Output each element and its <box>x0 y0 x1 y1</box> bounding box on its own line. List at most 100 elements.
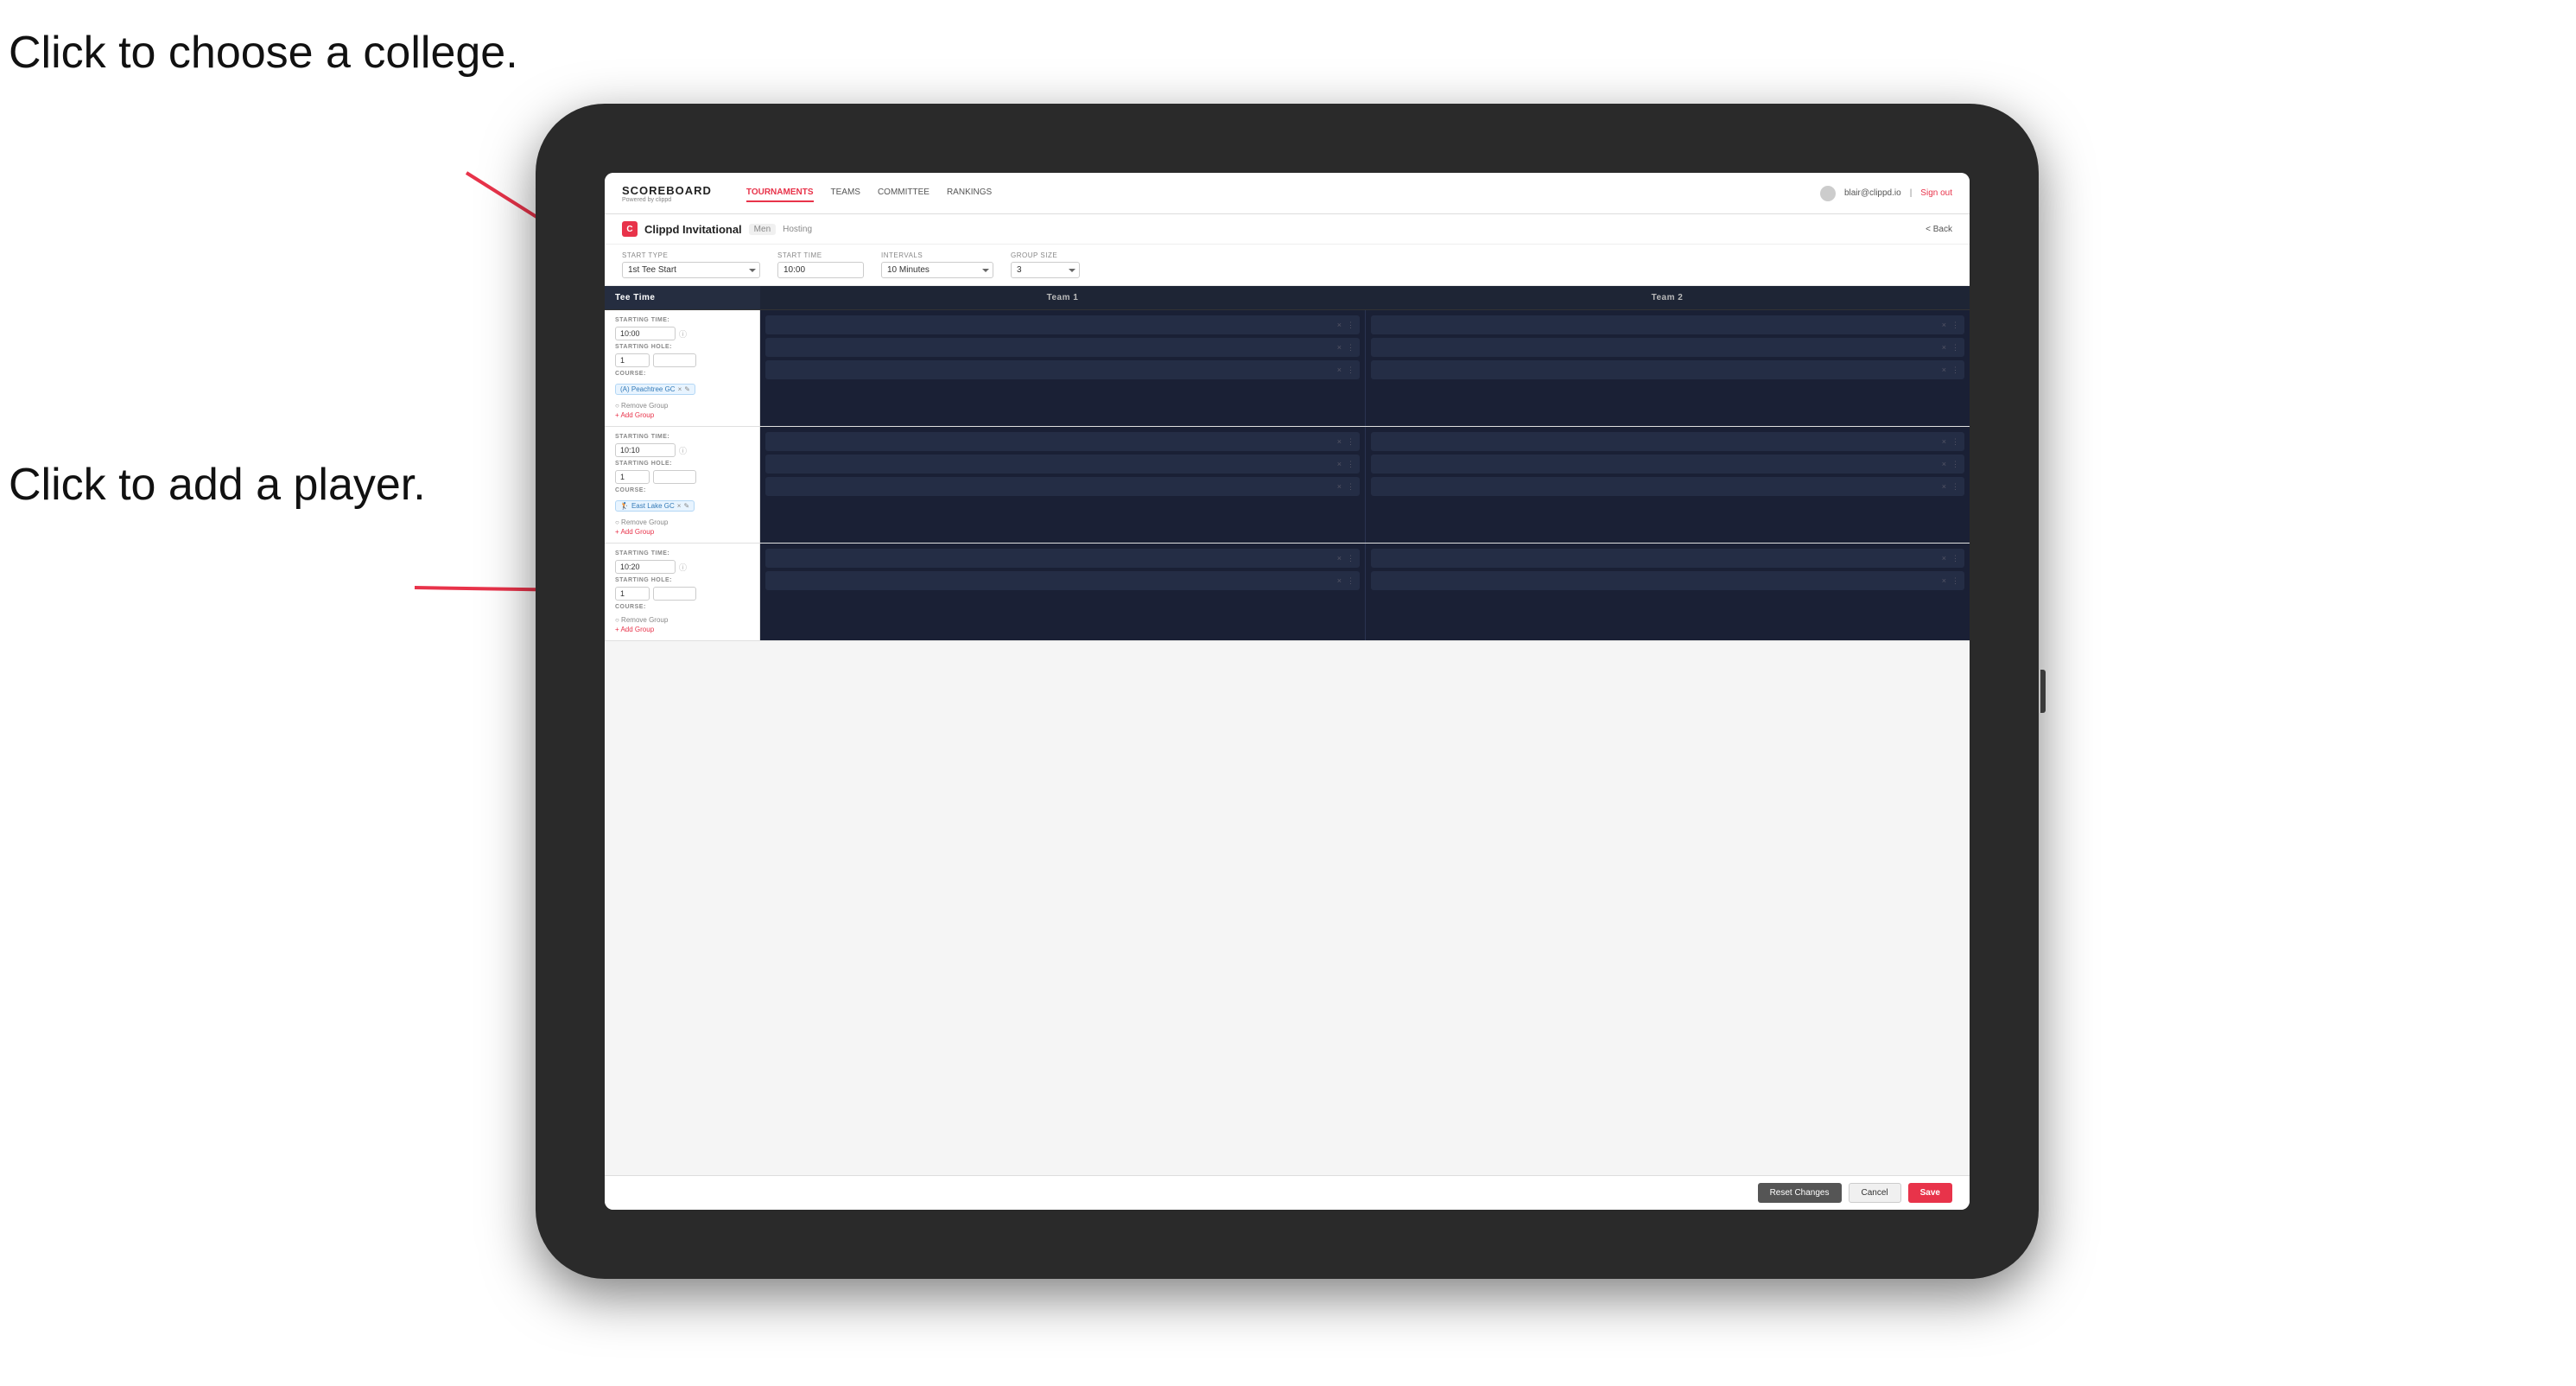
player-slot[interactable]: × ⋮ <box>765 571 1360 590</box>
cancel-button[interactable]: Cancel <box>1849 1183 1901 1203</box>
group-size-label: Group Size <box>1011 251 1080 259</box>
player-slot[interactable]: × ⋮ <box>1371 338 1964 357</box>
add-group-link-1[interactable]: + Add Group <box>615 411 749 419</box>
player-slot[interactable]: × ⋮ <box>1371 549 1964 568</box>
nav-right: blair@clippd.io | Sign out <box>1820 186 1952 201</box>
starting-time-input-row-2: ⓘ <box>615 443 749 457</box>
remove-group-link-1[interactable]: ○ Remove Group <box>615 402 749 410</box>
clipp-logo: C <box>622 221 638 237</box>
expand-icon: × <box>1337 482 1342 491</box>
player-slot[interactable]: × ⋮ <box>765 432 1360 451</box>
user-avatar <box>1820 186 1836 201</box>
add-group-link-2[interactable]: + Add Group <box>615 528 749 536</box>
main-content[interactable]: STARTING TIME: ⓘ STARTING HOLE: COURSE: <box>605 310 1970 1175</box>
start-type-select[interactable]: 1st Tee Start <box>622 262 760 278</box>
action-links-1: ○ Remove Group + Add Group <box>615 402 749 419</box>
team2-column-2: × ⋮ × ⋮ × ⋮ <box>1365 427 1970 543</box>
table-row: STARTING TIME: ⓘ STARTING HOLE: COURSE: <box>605 544 1970 641</box>
player-slot[interactable]: × ⋮ <box>765 338 1360 357</box>
expand-icon: × <box>1942 554 1946 563</box>
player-slot[interactable]: × ⋮ <box>1371 315 1964 334</box>
sign-out-link[interactable]: Sign out <box>1920 188 1952 198</box>
start-time-input[interactable] <box>777 262 864 278</box>
starting-hole-input-row-3 <box>615 587 749 601</box>
nav-committee[interactable]: COMMITTEE <box>878 184 930 202</box>
course-label-2: COURSE: <box>615 487 749 493</box>
move-icon: ⋮ <box>1951 554 1959 563</box>
starting-hole-input-1[interactable] <box>615 353 650 367</box>
player-slot[interactable]: × ⋮ <box>765 455 1360 474</box>
left-panel-3: STARTING TIME: ⓘ STARTING HOLE: COURSE: <box>605 544 760 640</box>
add-group-link-3[interactable]: + Add Group <box>615 626 749 633</box>
player-slot[interactable]: × ⋮ <box>765 477 1360 496</box>
move-icon: ⋮ <box>1347 482 1355 492</box>
course-edit-2[interactable]: ✎ <box>683 502 689 510</box>
tablet-screen: SCOREBOARD Powered by clippd TOURNAMENTS… <box>605 173 1970 1210</box>
starting-time-input-1[interactable] <box>615 327 676 340</box>
course-tag-2: 🏌 East Lake GC × ✎ <box>615 497 749 512</box>
intervals-select[interactable]: 10 Minutes <box>881 262 993 278</box>
move-icon: ⋮ <box>1951 321 1959 330</box>
team1-column-1: × ⋮ × ⋮ × ⋮ <box>760 310 1365 426</box>
back-button[interactable]: < Back <box>1926 225 1952 234</box>
starting-hole-select-3[interactable] <box>653 587 696 601</box>
nav-teams[interactable]: TEAMS <box>831 184 860 202</box>
player-slot[interactable]: × ⋮ <box>1371 455 1964 474</box>
player-slot[interactable]: × ⋮ <box>1371 477 1964 496</box>
nav-links: TOURNAMENTS TEAMS COMMITTEE RANKINGS <box>746 184 1794 202</box>
expand-icon: × <box>1337 321 1342 329</box>
move-icon: ⋮ <box>1951 482 1959 492</box>
app-container: SCOREBOARD Powered by clippd TOURNAMENTS… <box>605 173 1970 1210</box>
th-tee-time: Tee Time <box>605 286 760 309</box>
page-title-area: C Clippd Invitational Men Hosting <box>622 221 812 237</box>
action-links-3: ○ Remove Group + Add Group <box>615 616 749 633</box>
starting-hole-select-2[interactable] <box>653 470 696 484</box>
group-size-select[interactable]: 3 <box>1011 262 1080 278</box>
player-slot[interactable]: × ⋮ <box>1371 360 1964 379</box>
remove-group-link-3[interactable]: ○ Remove Group <box>615 616 749 624</box>
player-slot[interactable]: × ⋮ <box>1371 432 1964 451</box>
expand-icon: × <box>1942 482 1946 491</box>
course-icon-2: 🏌 <box>620 502 629 510</box>
tablet-side-button <box>2040 670 2046 713</box>
info-icon-2: ⓘ <box>679 445 687 456</box>
save-button[interactable]: Save <box>1908 1183 1952 1203</box>
annotation-bottom: Click to add a player. <box>9 458 426 512</box>
starting-time-label-3: STARTING TIME: <box>615 550 749 556</box>
player-slot[interactable]: × ⋮ <box>765 315 1360 334</box>
remove-group-link-2[interactable]: ○ Remove Group <box>615 518 749 526</box>
move-icon: ⋮ <box>1347 321 1355 330</box>
expand-icon: × <box>1337 343 1342 352</box>
starting-hole-label-2: STARTING HOLE: <box>615 461 749 467</box>
course-tag-text-1[interactable]: (A) Peachtree GC × ✎ <box>615 384 695 395</box>
brand-sub: Powered by clippd <box>622 197 712 203</box>
course-edit-1[interactable]: ✎ <box>684 385 690 393</box>
starting-hole-select-1[interactable] <box>653 353 696 367</box>
player-slot[interactable]: × ⋮ <box>765 549 1360 568</box>
team2-column-3: × ⋮ × ⋮ <box>1365 544 1970 640</box>
player-slot[interactable]: × ⋮ <box>765 360 1360 379</box>
expand-icon: × <box>1337 437 1342 446</box>
expand-icon: × <box>1942 343 1946 352</box>
course-tag-text-2[interactable]: 🏌 East Lake GC × ✎ <box>615 500 695 512</box>
team2-column-1: × ⋮ × ⋮ × ⋮ <box>1365 310 1970 426</box>
course-remove-2[interactable]: × <box>677 502 682 510</box>
page-title: Clippd Invitational <box>644 223 742 236</box>
left-panel-2: STARTING TIME: ⓘ STARTING HOLE: COURSE: <box>605 427 760 543</box>
starting-hole-input-2[interactable] <box>615 470 650 484</box>
tablet-shell: SCOREBOARD Powered by clippd TOURNAMENTS… <box>536 104 2039 1279</box>
top-nav: SCOREBOARD Powered by clippd TOURNAMENTS… <box>605 173 1970 214</box>
starting-time-input-2[interactable] <box>615 443 676 457</box>
brand-title: SCOREBOARD <box>622 184 712 197</box>
bottom-bar: Reset Changes Cancel Save <box>605 1175 1970 1210</box>
info-icon-1: ⓘ <box>679 328 687 340</box>
course-remove-1[interactable]: × <box>678 385 682 393</box>
start-time-group: Start Time <box>777 251 864 278</box>
nav-rankings[interactable]: RANKINGS <box>947 184 992 202</box>
reset-button[interactable]: Reset Changes <box>1758 1183 1842 1203</box>
nav-tournaments[interactable]: TOURNAMENTS <box>746 184 814 202</box>
starting-hole-input-3[interactable] <box>615 587 650 601</box>
player-slot[interactable]: × ⋮ <box>1371 571 1964 590</box>
starting-time-input-3[interactable] <box>615 560 676 574</box>
team1-column-3: × ⋮ × ⋮ <box>760 544 1365 640</box>
